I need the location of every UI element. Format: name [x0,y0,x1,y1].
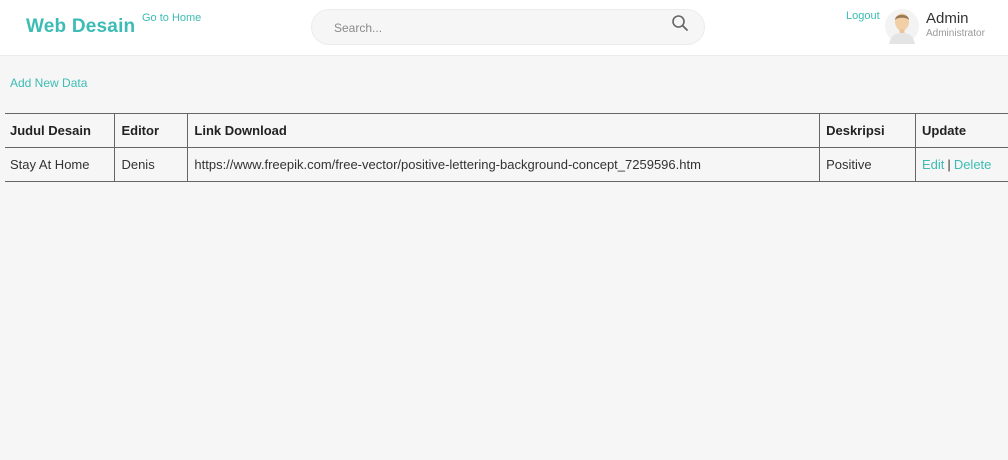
go-to-home-link[interactable]: Go to Home [142,12,201,24]
search-bar [311,9,705,45]
search-input[interactable] [334,19,664,37]
column-header-editor: Editor [114,113,189,148]
data-table: Judul Desain Editor Link Download Deskri… [5,113,1008,182]
top-navbar: Web Desain Go to Home Logout Admin Admin… [0,0,1008,56]
cell-editor: Denis [114,147,189,182]
delete-link[interactable]: Delete [954,157,992,172]
add-new-data-link[interactable]: Add New Data [10,76,87,90]
logout-link[interactable]: Logout [846,10,880,22]
update-separator: | [947,157,951,172]
column-header-link: Link Download [187,113,821,148]
cell-deskripsi: Positive [819,147,917,182]
user-name: Admin [926,10,969,27]
avatar[interactable] [885,8,919,44]
brand-logo[interactable]: Web Desain [26,16,135,38]
cell-judul: Stay At Home [5,147,116,182]
cell-update: Edit | Delete [915,147,1008,182]
edit-link[interactable]: Edit [922,157,944,172]
table-row: Stay At Home Denis https://www.freepik.c… [5,147,1008,182]
search-icon[interactable] [671,14,689,32]
cell-link: https://www.freepik.com/free-vector/posi… [187,147,821,182]
column-header-deskripsi: Deskripsi [819,113,917,148]
user-role: Administrator [926,28,985,39]
column-header-judul: Judul Desain [5,113,116,148]
table-header-row: Judul Desain Editor Link Download Deskri… [5,113,1008,148]
column-header-update: Update [915,113,1008,148]
